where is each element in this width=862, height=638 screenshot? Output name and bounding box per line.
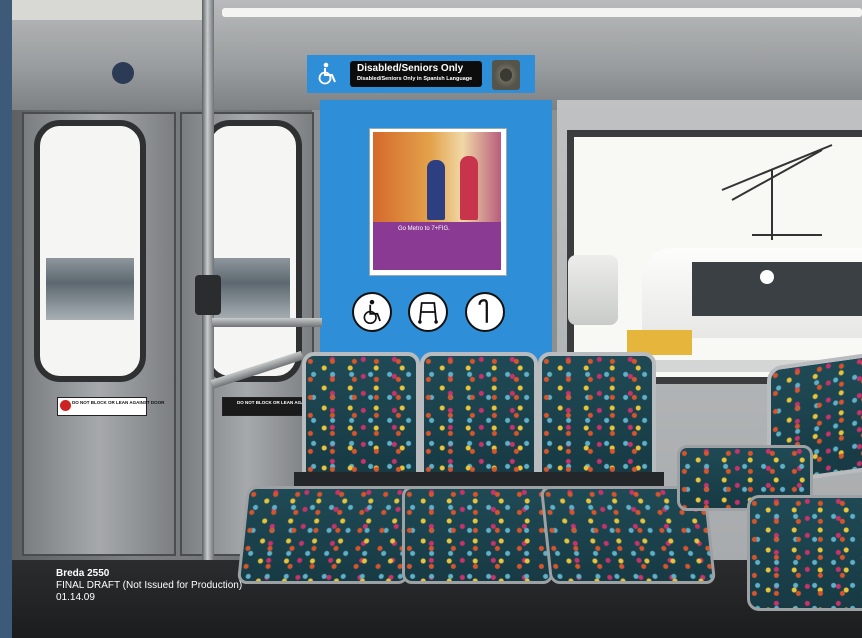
caption-date: 01.14.09 xyxy=(56,592,95,603)
poster-person-1 xyxy=(427,160,445,220)
seat-back-left xyxy=(302,352,420,480)
outside-train-car xyxy=(568,255,618,325)
wheelchair-icon xyxy=(318,62,336,85)
seat-cushion-middle[interactable] xyxy=(402,486,553,584)
no-lean-icon xyxy=(60,400,71,411)
outside-train-left xyxy=(46,258,134,320)
overhead-wires xyxy=(721,144,833,240)
ceiling-panel xyxy=(12,0,212,20)
metro-logo-icon xyxy=(760,270,774,284)
sign-subtitle: Disabled/Seniors Only in Spanish Languag… xyxy=(357,76,473,82)
outside-train-mid xyxy=(210,258,290,320)
walker-icon xyxy=(408,292,448,332)
cane-icon xyxy=(465,292,505,332)
caption-block: Breda 2550 FINAL DRAFT (Not Issued for P… xyxy=(56,568,242,604)
poster-person-2 xyxy=(460,156,478,220)
seat-frame xyxy=(294,472,664,486)
camera-dome xyxy=(112,62,134,84)
door-warning-sticker-left: DO NOT BLOCK OR LEAN AGAINST DOOR xyxy=(57,397,164,416)
left-frame-border xyxy=(0,0,12,638)
ceiling-light xyxy=(222,8,862,17)
side-seat-cushion-front[interactable] xyxy=(747,495,862,611)
caption-model: Breda 2550 xyxy=(56,568,110,579)
poster-tagline: Go Metro to 7+FIG. xyxy=(398,226,450,232)
left-door-window xyxy=(34,120,146,382)
door-warning-sticker-right: DO NOT BLOCK OR LEAN AGAINST DOOR xyxy=(222,397,329,416)
pole-bracket xyxy=(195,275,221,315)
seat-cushion-left[interactable] xyxy=(236,486,419,584)
right-door-window xyxy=(204,120,302,382)
sign-title: Disabled/Seniors Only xyxy=(357,63,464,74)
horizontal-grab-bar[interactable] xyxy=(212,318,322,327)
caption-status: FINAL DRAFT (Not Issued for Production) xyxy=(56,580,243,591)
seat-back-middle xyxy=(420,352,538,480)
seat-back-right xyxy=(538,352,656,480)
sticker-text: DO NOT BLOCK OR LEAN AGAINST DOOR xyxy=(72,400,165,405)
train-interior-photo: DO NOT BLOCK OR LEAN AGAINST DOOR DO NOT… xyxy=(12,0,862,638)
speaker-grille xyxy=(492,60,520,90)
wheelchair-icon xyxy=(352,292,392,332)
outside-train-windows xyxy=(692,262,862,316)
